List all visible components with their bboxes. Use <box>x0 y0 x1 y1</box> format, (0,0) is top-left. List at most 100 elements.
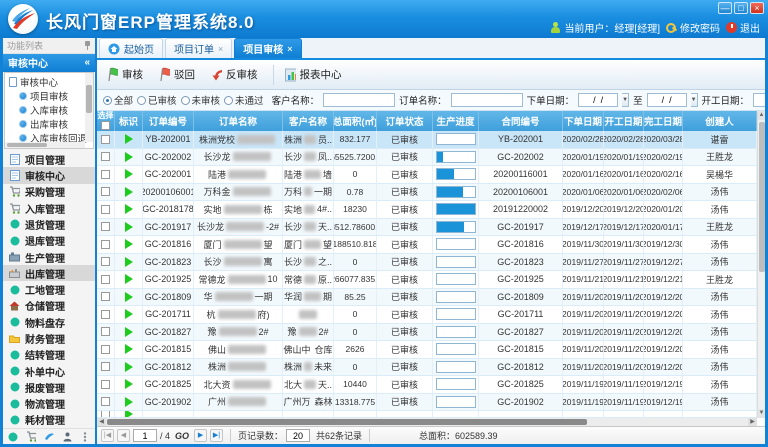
row-checkbox[interactable] <box>101 345 110 354</box>
sidebar-menu-item[interactable]: 仓储管理 <box>3 298 95 314</box>
order-date-to-dropdown-icon[interactable]: ▼ <box>691 93 698 107</box>
row-checkbox[interactable] <box>101 362 110 371</box>
row-checkbox[interactable] <box>101 187 110 196</box>
table-row[interactable]: GC-2018178实地栋实地4#..18230已审核2019122000220… <box>97 201 757 219</box>
order-date-from-dropdown-icon[interactable]: ▼ <box>622 93 629 107</box>
order-date-to-input[interactable] <box>647 93 687 107</box>
first-page-button[interactable]: |◀ <box>101 429 114 442</box>
minimize-button[interactable]: — <box>718 2 732 14</box>
tree-horizontal-scrollbar[interactable] <box>5 142 85 148</box>
row-checkbox[interactable] <box>101 240 110 249</box>
sidebar-menu-item[interactable]: 工地管理 <box>3 281 95 297</box>
collapse-icon[interactable]: « <box>84 57 90 68</box>
table-row[interactable]: GC-201917长沙龙-2#长沙天..8512.78600..已审核GC-20… <box>97 219 757 237</box>
row-checkbox[interactable] <box>101 380 110 389</box>
row-checkbox[interactable] <box>101 152 110 161</box>
table-row[interactable]: GC-201812株洲株洲未来0已审核GC-2018122019/11/2020… <box>97 359 757 377</box>
row-checkbox[interactable] <box>101 275 110 284</box>
row-checkbox[interactable] <box>101 292 110 301</box>
column-header[interactable]: 下单日期 <box>563 111 604 131</box>
row-checkbox[interactable] <box>101 205 110 214</box>
order-name-input[interactable] <box>451 93 523 107</box>
prev-page-button[interactable]: ◀ <box>117 429 130 442</box>
table-row[interactable]: GC-202001陆港陆港墙0已审核202001160012020/01/162… <box>97 166 757 184</box>
sidebar-menu-item[interactable]: 补单中心 <box>3 363 95 379</box>
dot-icon[interactable] <box>8 432 18 442</box>
sidebar-menu-item[interactable]: 物流管理 <box>3 396 95 412</box>
row-checkbox[interactable] <box>101 170 110 179</box>
change-password-link[interactable]: 修改密码 <box>666 20 720 35</box>
sidebar-menu-item[interactable]: 耗材管理 <box>3 412 95 428</box>
column-header[interactable]: 订单编号 <box>143 111 194 131</box>
row-checkbox[interactable] <box>101 397 110 406</box>
scroll-right-icon[interactable]: ▶ <box>748 418 757 426</box>
scroll-down-icon[interactable]: ▼ <box>758 409 765 418</box>
toolbar-button[interactable]: 审核 <box>103 64 151 85</box>
column-header[interactable]: 订单状态 <box>377 111 433 131</box>
status-radio[interactable]: 未通过 <box>224 93 264 107</box>
row-checkbox[interactable] <box>101 411 110 417</box>
column-header[interactable]: 完工日期 <box>644 111 683 131</box>
customer-name-input[interactable] <box>323 93 395 107</box>
column-header[interactable]: 开工日期 <box>604 111 644 131</box>
swoosh-icon[interactable] <box>44 432 54 442</box>
scroll-up-icon[interactable]: ▲ <box>758 111 765 120</box>
toolbar-button[interactable]: 驳回 <box>155 64 203 85</box>
horizontal-scrollbar[interactable]: ◀ ▶ <box>97 418 757 426</box>
table-row[interactable]: GC-201816厦门望厦门望188510.818已审核GC-201816201… <box>97 236 757 254</box>
tree-root-item[interactable]: 审核中心 <box>5 75 85 89</box>
row-checkbox[interactable] <box>101 257 110 266</box>
row-checkbox[interactable] <box>101 135 110 144</box>
sidebar-menu-item[interactable]: 退库管理 <box>3 233 95 249</box>
person-icon[interactable] <box>62 432 72 442</box>
table-row[interactable]: GC-201711杭府)0已审核GC-2017112019/11/202019/… <box>97 306 757 324</box>
start-date-input[interactable] <box>753 93 765 107</box>
table-row[interactable]: GC-201827豫2#豫2#0已审核GC-2018272019/11/2020… <box>97 324 757 342</box>
vertical-scroll-thumb[interactable] <box>759 122 765 272</box>
tab-close-icon[interactable]: × <box>287 44 292 54</box>
tree-item[interactable]: 项目审核 <box>5 89 85 103</box>
logout-link[interactable]: 退出 <box>726 20 760 35</box>
scroll-left-icon[interactable]: ◀ <box>97 418 106 426</box>
column-header[interactable]: 客户名称 <box>283 111 334 131</box>
tree-item[interactable]: 入库审核 <box>5 103 85 117</box>
table-row[interactable]: GC-201809华一期华润期85.25已审核GC-2018092019/11/… <box>97 289 757 307</box>
table-row[interactable]: 20200106001万科金万科一期0.78已审核202001060012020… <box>97 184 757 202</box>
sidebar-menu-item[interactable]: 采购管理 <box>3 184 95 200</box>
tab-item[interactable]: 起始页 <box>99 38 163 58</box>
row-checkbox[interactable] <box>101 327 110 336</box>
cart-icon[interactable] <box>26 432 36 442</box>
table-row[interactable]: GC-202002长沙龙长沙凤..65525.7200..已审核GC-20200… <box>97 149 757 167</box>
sidebar-menu-item[interactable]: 结转管理 <box>3 347 95 363</box>
table-row[interactable] <box>97 411 757 418</box>
status-radio[interactable]: 已审核 <box>137 93 177 107</box>
table-row[interactable]: GC-201925常德龙10常德原..266077.835..已审核GC-201… <box>97 271 757 289</box>
toolbar-button[interactable]: 反审核 <box>207 64 266 85</box>
more-icon[interactable] <box>80 432 90 442</box>
sidebar-menu-item[interactable]: 退货管理 <box>3 216 95 232</box>
next-page-button[interactable]: ▶ <box>194 429 207 442</box>
tab-active[interactable]: 项目审核× <box>234 38 301 58</box>
horizontal-scroll-thumb[interactable] <box>107 419 587 425</box>
sidebar-menu-item[interactable]: 入库管理 <box>3 200 95 216</box>
last-page-button[interactable]: ▶| <box>210 429 223 442</box>
order-date-from-input[interactable] <box>578 93 618 107</box>
toolbar-button[interactable]: 报表中心 <box>281 64 350 85</box>
sidebar-menu-item[interactable]: 项目管理 <box>3 151 95 167</box>
current-page-input[interactable] <box>133 429 157 442</box>
go-button[interactable]: GO <box>175 431 189 441</box>
pin-icon[interactable] <box>84 41 91 50</box>
tab-item[interactable]: 项目订单× <box>165 38 232 58</box>
row-checkbox[interactable] <box>101 310 110 319</box>
vertical-scrollbar[interactable]: ▲ ▼ <box>757 111 765 418</box>
page-size-input[interactable] <box>286 429 310 442</box>
row-checkbox[interactable] <box>101 222 110 231</box>
status-radio[interactable]: 未审核 <box>181 93 221 107</box>
select-all-checkbox[interactable] <box>101 121 110 130</box>
tab-close-icon[interactable]: × <box>218 44 223 54</box>
table-row[interactable]: GC-201902广州广州万森林13318.775已审核GC-201902201… <box>97 394 757 412</box>
column-header[interactable]: 合同编号 <box>479 111 563 131</box>
maximize-button[interactable]: □ <box>734 2 748 14</box>
sidebar-menu-item[interactable]: 审核中心 <box>3 167 95 183</box>
sidebar-menu-item[interactable]: 财务管理 <box>3 330 95 346</box>
